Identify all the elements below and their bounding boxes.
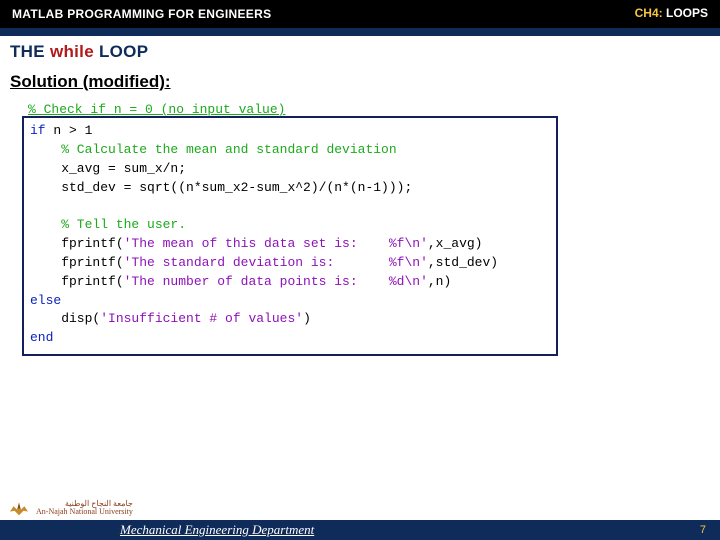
footer: جامعة النجاح الوطنية An-Najah National U… xyxy=(0,496,720,540)
chapter-prefix: CH4: xyxy=(635,6,663,20)
subheading: Solution (modified): xyxy=(0,72,720,98)
footer-nav-band: Mechanical Engineering Department 7 xyxy=(0,520,720,540)
accent-band xyxy=(0,28,720,36)
eagle-logo-icon xyxy=(8,499,30,517)
chapter-label: CH4: LOOPS xyxy=(635,6,708,20)
page-number: 7 xyxy=(700,524,706,536)
course-title: MATLAB PROGRAMMING FOR ENGINEERS xyxy=(12,7,271,21)
code-box: if n > 1 % Calculate the mean and standa… xyxy=(22,116,558,356)
section-title: THE while LOOP xyxy=(0,36,720,72)
title-bar: MATLAB PROGRAMMING FOR ENGINEERS CH4: LO… xyxy=(0,0,720,28)
keyword-while: while xyxy=(50,42,94,61)
chapter-title: LOOPS xyxy=(666,6,708,20)
university-name: جامعة النجاح الوطنية An-Najah National U… xyxy=(36,500,133,516)
code-comment-top: % Check if n = 0 (no input value) xyxy=(22,102,704,117)
code-area: % Check if n = 0 (no input value) if n >… xyxy=(22,98,704,356)
university-english: An-Najah National University xyxy=(36,508,133,516)
footer-logo-row: جامعة النجاح الوطنية An-Najah National U… xyxy=(0,496,720,520)
department-label: Mechanical Engineering Department xyxy=(120,522,314,538)
